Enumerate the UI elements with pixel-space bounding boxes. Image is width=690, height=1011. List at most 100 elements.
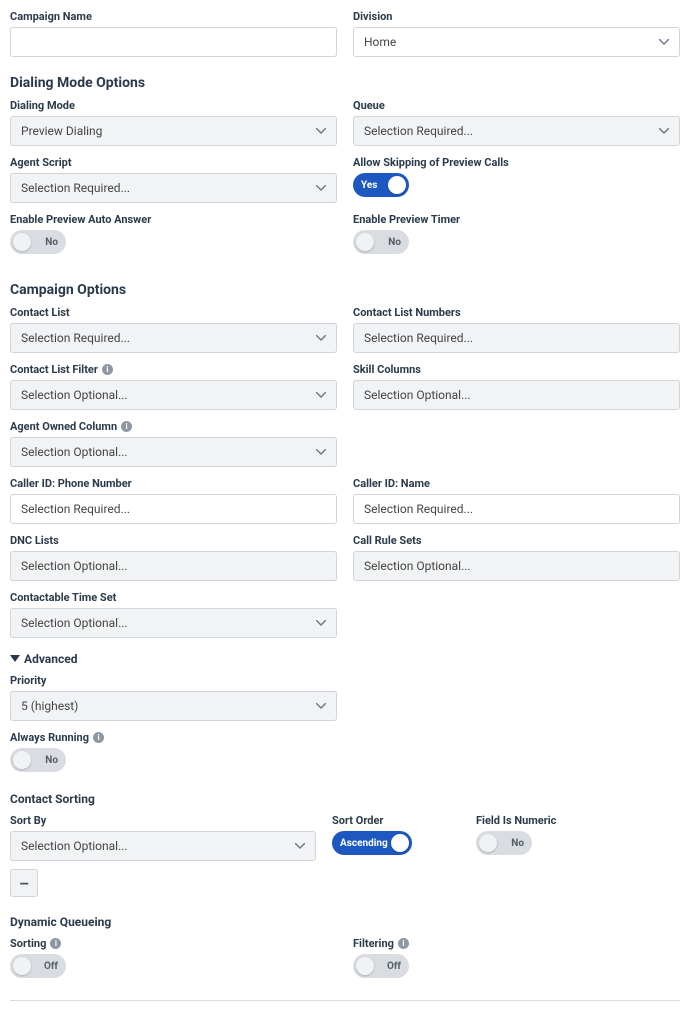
agent-script-field: Agent Script Selection Required...	[10, 156, 337, 203]
campaign-name-input[interactable]	[10, 27, 337, 57]
agent-owned-column-select[interactable]: Selection Optional...	[10, 437, 337, 467]
sorting-field: Sorting i Off	[10, 937, 337, 978]
sort-by-label: Sort By	[10, 814, 316, 827]
caret-down-icon	[10, 655, 20, 663]
enable-preview-timer-value: No	[388, 237, 401, 248]
info-icon: i	[93, 732, 104, 743]
sort-order-toggle[interactable]: Ascending	[332, 831, 412, 855]
chevron-down-icon	[295, 843, 305, 849]
agent-script-label: Agent Script	[10, 156, 337, 169]
division-field: Division Home	[353, 10, 680, 57]
skill-columns-value: Selection Optional...	[364, 388, 471, 402]
caller-id-phone-value: Selection Required...	[21, 502, 130, 516]
sorting-value: Off	[44, 961, 58, 972]
filtering-toggle[interactable]: Off	[353, 954, 409, 978]
contact-list-label: Contact List	[10, 306, 337, 319]
filtering-field: Filtering i Off	[353, 937, 680, 978]
field-is-numeric-field: Field Is Numeric No	[476, 814, 604, 855]
division-value: Home	[364, 35, 396, 49]
chevron-down-icon	[316, 185, 326, 191]
sort-by-value: Selection Optional...	[21, 839, 128, 853]
info-icon: i	[398, 938, 409, 949]
skill-columns-field: Skill Columns Selection Optional...	[353, 363, 680, 410]
allow-skipping-toggle[interactable]: Yes	[353, 173, 409, 197]
contact-list-field: Contact List Selection Required...	[10, 306, 337, 353]
remove-sort-button[interactable]: –	[10, 869, 38, 897]
contact-list-filter-field: Contact List Filter i Selection Optional…	[10, 363, 337, 410]
dnc-lists-field: DNC Lists Selection Optional...	[10, 534, 337, 581]
enable-preview-auto-answer-value: No	[45, 237, 58, 248]
filtering-label: Filtering i	[353, 937, 680, 950]
sort-order-value: Ascending	[340, 838, 388, 849]
chevron-down-icon	[316, 128, 326, 134]
allow-skipping-label: Allow Skipping of Preview Calls	[353, 156, 680, 169]
sorting-toggle[interactable]: Off	[10, 954, 66, 978]
caller-id-name-select[interactable]: Selection Required...	[353, 494, 680, 524]
queue-value: Selection Required...	[364, 124, 473, 138]
queue-field: Queue Selection Required...	[353, 99, 680, 146]
toggle-knob	[13, 751, 31, 769]
enable-preview-auto-answer-toggle[interactable]: No	[10, 230, 66, 254]
toggle-knob	[391, 834, 409, 852]
field-is-numeric-label: Field Is Numeric	[476, 814, 604, 827]
allow-skipping-field: Allow Skipping of Preview Calls Yes	[353, 156, 680, 203]
sort-by-field: Sort By Selection Optional...	[10, 814, 316, 861]
skill-columns-select[interactable]: Selection Optional...	[353, 380, 680, 410]
chevron-down-icon	[316, 703, 326, 709]
dnc-lists-select[interactable]: Selection Optional...	[10, 551, 337, 581]
advanced-header[interactable]: Advanced	[10, 652, 680, 666]
sorting-label: Sorting i	[10, 937, 337, 950]
contact-list-numbers-field: Contact List Numbers Selection Required.…	[353, 306, 680, 353]
caller-id-name-value: Selection Required...	[364, 502, 473, 516]
toggle-knob	[356, 233, 374, 251]
always-running-toggle[interactable]: No	[10, 748, 66, 772]
contact-sorting-title: Contact Sorting	[10, 792, 680, 806]
caller-id-phone-select[interactable]: Selection Required...	[10, 494, 337, 524]
contact-list-numbers-select[interactable]: Selection Required...	[353, 323, 680, 353]
contact-list-filter-select[interactable]: Selection Optional...	[10, 380, 337, 410]
contact-list-value: Selection Required...	[21, 331, 130, 345]
queue-label: Queue	[353, 99, 680, 112]
contact-list-select[interactable]: Selection Required...	[10, 323, 337, 353]
info-icon: i	[121, 421, 132, 432]
dialing-mode-value: Preview Dialing	[21, 124, 102, 138]
sort-order-field: Sort Order Ascending	[332, 814, 460, 855]
allow-skipping-value: Yes	[361, 180, 377, 191]
contactable-time-set-label: Contactable Time Set	[10, 591, 337, 604]
chevron-down-icon	[659, 128, 669, 134]
always-running-field: Always Running i No	[10, 731, 337, 772]
chevron-down-icon	[316, 449, 326, 455]
priority-select[interactable]: 5 (highest)	[10, 691, 337, 721]
enable-preview-timer-label: Enable Preview Timer	[353, 213, 680, 226]
dnc-lists-value: Selection Optional...	[21, 559, 128, 573]
contactable-time-set-select[interactable]: Selection Optional...	[10, 608, 337, 638]
contact-list-numbers-value: Selection Required...	[364, 331, 473, 345]
sort-by-select[interactable]: Selection Optional...	[10, 831, 316, 861]
caller-id-phone-field: Caller ID: Phone Number Selection Requir…	[10, 477, 337, 524]
info-icon: i	[102, 364, 113, 375]
dialing-mode-select[interactable]: Preview Dialing	[10, 116, 337, 146]
call-rule-sets-select[interactable]: Selection Optional...	[353, 551, 680, 581]
caller-id-phone-label: Caller ID: Phone Number	[10, 477, 337, 490]
sort-order-label: Sort Order	[332, 814, 460, 827]
call-rule-sets-field: Call Rule Sets Selection Optional...	[353, 534, 680, 581]
toggle-knob	[388, 176, 406, 194]
chevron-down-icon	[659, 39, 669, 45]
call-rule-sets-value: Selection Optional...	[364, 559, 471, 573]
division-select[interactable]: Home	[353, 27, 680, 57]
contactable-time-set-field: Contactable Time Set Selection Optional.…	[10, 591, 337, 638]
always-running-label: Always Running i	[10, 731, 337, 744]
agent-script-select[interactable]: Selection Required...	[10, 173, 337, 203]
agent-script-value: Selection Required...	[21, 181, 130, 195]
dnc-lists-label: DNC Lists	[10, 534, 337, 547]
contactable-time-set-value: Selection Optional...	[21, 616, 128, 630]
caller-id-name-label: Caller ID: Name	[353, 477, 680, 490]
toggle-knob	[479, 834, 497, 852]
field-is-numeric-toggle[interactable]: No	[476, 831, 532, 855]
filtering-value: Off	[387, 961, 401, 972]
enable-preview-timer-toggle[interactable]: No	[353, 230, 409, 254]
queue-select[interactable]: Selection Required...	[353, 116, 680, 146]
chevron-down-icon	[316, 335, 326, 341]
agent-owned-column-label: Agent Owned Column i	[10, 420, 337, 433]
toggle-knob	[356, 957, 374, 975]
